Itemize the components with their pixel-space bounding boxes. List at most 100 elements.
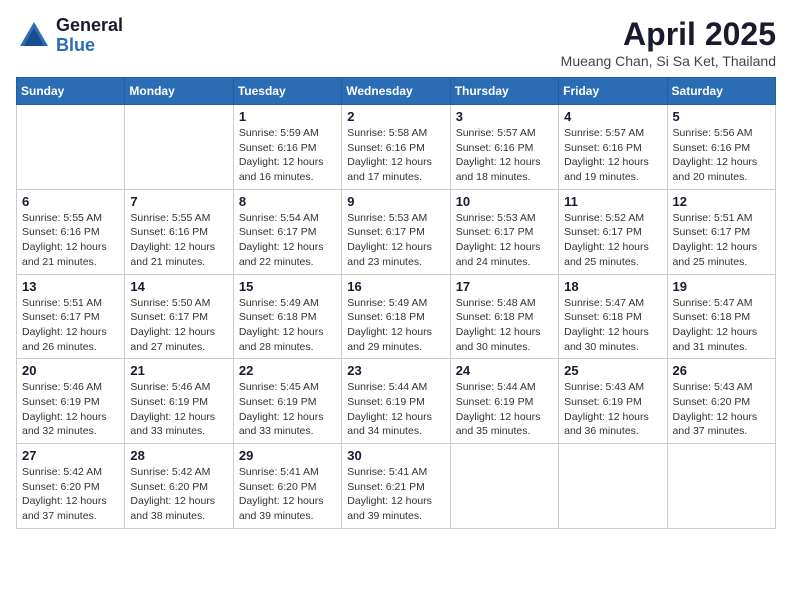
- day-info: Sunrise: 5:51 AM Sunset: 6:17 PM Dayligh…: [22, 296, 119, 355]
- day-info: Sunrise: 5:44 AM Sunset: 6:19 PM Dayligh…: [456, 380, 553, 439]
- day-info: Sunrise: 5:49 AM Sunset: 6:18 PM Dayligh…: [347, 296, 444, 355]
- day-number: 14: [130, 279, 227, 294]
- day-info: Sunrise: 5:42 AM Sunset: 6:20 PM Dayligh…: [130, 465, 227, 524]
- calendar-week-5: 27 Sunrise: 5:42 AM Sunset: 6:20 PM Dayli…: [17, 444, 776, 529]
- day-number: 8: [239, 194, 336, 209]
- header: General Blue April 2025 Mueang Chan, Si …: [16, 16, 776, 69]
- calendar-cell: 10 Sunrise: 5:53 AM Sunset: 6:17 PM Dayli…: [450, 189, 558, 274]
- day-info: Sunrise: 5:49 AM Sunset: 6:18 PM Dayligh…: [239, 296, 336, 355]
- calendar-cell: [559, 444, 667, 529]
- calendar-week-4: 20 Sunrise: 5:46 AM Sunset: 6:19 PM Dayli…: [17, 359, 776, 444]
- day-number: 21: [130, 363, 227, 378]
- day-info: Sunrise: 5:53 AM Sunset: 6:17 PM Dayligh…: [456, 211, 553, 270]
- calendar-cell: 12 Sunrise: 5:51 AM Sunset: 6:17 PM Dayli…: [667, 189, 775, 274]
- day-info: Sunrise: 5:51 AM Sunset: 6:17 PM Dayligh…: [673, 211, 770, 270]
- day-number: 1: [239, 109, 336, 124]
- calendar-body: 1Sunrise: 5:59 AM Sunset: 6:16 PM Daylig…: [17, 105, 776, 529]
- day-info: Sunrise: 5:54 AM Sunset: 6:17 PM Dayligh…: [239, 211, 336, 270]
- day-number: 28: [130, 448, 227, 463]
- calendar-cell: 2Sunrise: 5:58 AM Sunset: 6:16 PM Daylig…: [342, 105, 450, 190]
- logo-general: General: [56, 16, 123, 36]
- day-number: 4: [564, 109, 661, 124]
- calendar-cell: 23Sunrise: 5:44 AM Sunset: 6:19 PM Dayli…: [342, 359, 450, 444]
- day-info: Sunrise: 5:52 AM Sunset: 6:17 PM Dayligh…: [564, 211, 661, 270]
- calendar-cell: 5Sunrise: 5:56 AM Sunset: 6:16 PM Daylig…: [667, 105, 775, 190]
- day-info: Sunrise: 5:43 AM Sunset: 6:20 PM Dayligh…: [673, 380, 770, 439]
- day-info: Sunrise: 5:57 AM Sunset: 6:16 PM Dayligh…: [456, 126, 553, 185]
- logo-blue-text: Blue: [56, 36, 123, 56]
- calendar-title: April 2025: [561, 16, 776, 53]
- calendar-cell: 7 Sunrise: 5:55 AM Sunset: 6:16 PM Daylig…: [125, 189, 233, 274]
- calendar-cell: 8 Sunrise: 5:54 AM Sunset: 6:17 PM Daylig…: [233, 189, 341, 274]
- calendar-cell: 13Sunrise: 5:51 AM Sunset: 6:17 PM Dayli…: [17, 274, 125, 359]
- day-number: 15: [239, 279, 336, 294]
- day-number: 30: [347, 448, 444, 463]
- calendar-subtitle: Mueang Chan, Si Sa Ket, Thailand: [561, 53, 776, 69]
- calendar-cell: 21 Sunrise: 5:46 AM Sunset: 6:19 PM Dayli…: [125, 359, 233, 444]
- calendar-cell: 27 Sunrise: 5:42 AM Sunset: 6:20 PM Dayli…: [17, 444, 125, 529]
- day-number: 9: [347, 194, 444, 209]
- day-number: 12: [673, 194, 770, 209]
- calendar-cell: 17 Sunrise: 5:48 AM Sunset: 6:18 PM Dayli…: [450, 274, 558, 359]
- calendar-header-wednesday: Wednesday: [342, 78, 450, 105]
- day-number: 16: [347, 279, 444, 294]
- calendar-cell: [125, 105, 233, 190]
- day-info: Sunrise: 5:48 AM Sunset: 6:18 PM Dayligh…: [456, 296, 553, 355]
- day-number: 11: [564, 194, 661, 209]
- calendar-cell: 29Sunrise: 5:41 AM Sunset: 6:20 PM Dayli…: [233, 444, 341, 529]
- logo-icon: [16, 18, 52, 54]
- calendar-cell: 14Sunrise: 5:50 AM Sunset: 6:17 PM Dayli…: [125, 274, 233, 359]
- calendar-cell: 3 Sunrise: 5:57 AM Sunset: 6:16 PM Daylig…: [450, 105, 558, 190]
- calendar-cell: [667, 444, 775, 529]
- day-number: 29: [239, 448, 336, 463]
- calendar-header-monday: Monday: [125, 78, 233, 105]
- day-number: 10: [456, 194, 553, 209]
- day-info: Sunrise: 5:55 AM Sunset: 6:16 PM Dayligh…: [130, 211, 227, 270]
- day-info: Sunrise: 5:47 AM Sunset: 6:18 PM Dayligh…: [673, 296, 770, 355]
- logo-text: General Blue: [56, 16, 123, 56]
- calendar-header-sunday: Sunday: [17, 78, 125, 105]
- day-number: 25: [564, 363, 661, 378]
- calendar-header-row: SundayMondayTuesdayWednesdayThursdayFrid…: [17, 78, 776, 105]
- day-info: Sunrise: 5:58 AM Sunset: 6:16 PM Dayligh…: [347, 126, 444, 185]
- calendar-cell: 16 Sunrise: 5:49 AM Sunset: 6:18 PM Dayli…: [342, 274, 450, 359]
- calendar-header-saturday: Saturday: [667, 78, 775, 105]
- day-number: 3: [456, 109, 553, 124]
- calendar-header-friday: Friday: [559, 78, 667, 105]
- title-area: April 2025 Mueang Chan, Si Sa Ket, Thail…: [561, 16, 776, 69]
- day-info: Sunrise: 5:47 AM Sunset: 6:18 PM Dayligh…: [564, 296, 661, 355]
- day-number: 20: [22, 363, 119, 378]
- day-number: 23: [347, 363, 444, 378]
- day-number: 19: [673, 279, 770, 294]
- day-info: Sunrise: 5:42 AM Sunset: 6:20 PM Dayligh…: [22, 465, 119, 524]
- day-number: 6: [22, 194, 119, 209]
- day-info: Sunrise: 5:46 AM Sunset: 6:19 PM Dayligh…: [130, 380, 227, 439]
- calendar-cell: 22 Sunrise: 5:45 AM Sunset: 6:19 PM Dayli…: [233, 359, 341, 444]
- calendar-cell: 9 Sunrise: 5:53 AM Sunset: 6:17 PM Daylig…: [342, 189, 450, 274]
- calendar-cell: 19 Sunrise: 5:47 AM Sunset: 6:18 PM Dayli…: [667, 274, 775, 359]
- day-number: 27: [22, 448, 119, 463]
- calendar-cell: 28 Sunrise: 5:42 AM Sunset: 6:20 PM Dayli…: [125, 444, 233, 529]
- day-number: 18: [564, 279, 661, 294]
- day-info: Sunrise: 5:46 AM Sunset: 6:19 PM Dayligh…: [22, 380, 119, 439]
- calendar-cell: 15 Sunrise: 5:49 AM Sunset: 6:18 PM Dayli…: [233, 274, 341, 359]
- day-info: Sunrise: 5:45 AM Sunset: 6:19 PM Dayligh…: [239, 380, 336, 439]
- logo: General Blue: [16, 16, 123, 56]
- day-number: 26: [673, 363, 770, 378]
- day-number: 22: [239, 363, 336, 378]
- calendar-cell: 18 Sunrise: 5:47 AM Sunset: 6:18 PM Dayli…: [559, 274, 667, 359]
- calendar-header-thursday: Thursday: [450, 78, 558, 105]
- calendar-cell: 24Sunrise: 5:44 AM Sunset: 6:19 PM Dayli…: [450, 359, 558, 444]
- day-info: Sunrise: 5:53 AM Sunset: 6:17 PM Dayligh…: [347, 211, 444, 270]
- day-info: Sunrise: 5:41 AM Sunset: 6:21 PM Dayligh…: [347, 465, 444, 524]
- calendar-week-3: 13Sunrise: 5:51 AM Sunset: 6:17 PM Dayli…: [17, 274, 776, 359]
- calendar-header-tuesday: Tuesday: [233, 78, 341, 105]
- day-info: Sunrise: 5:43 AM Sunset: 6:19 PM Dayligh…: [564, 380, 661, 439]
- day-number: 17: [456, 279, 553, 294]
- day-number: 7: [130, 194, 227, 209]
- calendar-cell: 26 Sunrise: 5:43 AM Sunset: 6:20 PM Dayli…: [667, 359, 775, 444]
- calendar-cell: 6Sunrise: 5:55 AM Sunset: 6:16 PM Daylig…: [17, 189, 125, 274]
- day-info: Sunrise: 5:57 AM Sunset: 6:16 PM Dayligh…: [564, 126, 661, 185]
- day-number: 5: [673, 109, 770, 124]
- calendar-cell: [450, 444, 558, 529]
